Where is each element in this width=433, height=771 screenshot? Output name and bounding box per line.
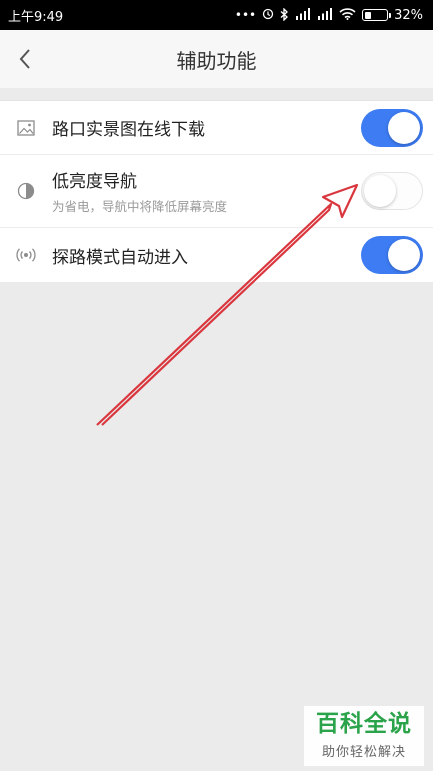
battery-percent: 32% (394, 7, 423, 23)
toggle-knob (364, 174, 396, 207)
header-bar: 辅助功能 (0, 30, 433, 88)
bluetooth-icon (280, 6, 289, 23)
battery-level-fill (364, 11, 372, 19)
brightness-icon (16, 181, 36, 201)
watermark-title: 百科全说 (316, 711, 412, 738)
explore-mode-toggle[interactable] (361, 236, 423, 274)
settings-list: 路口实景图在线下载 低亮度导航 为省电，导航中将降低屏幕亮度 探路模式自动进入 (0, 100, 433, 282)
radar-signal-icon (16, 245, 36, 265)
low-brightness-toggle[interactable] (361, 172, 423, 210)
page-title: 辅助功能 (176, 48, 257, 73)
setting-label: 低亮度导航 (52, 172, 137, 192)
notification-dots: ••• (234, 8, 257, 22)
back-button[interactable] (10, 44, 40, 74)
status-time: 上午9:49 (8, 9, 64, 25)
setting-subtitle: 为省电，导航中将降低屏幕亮度 (52, 199, 228, 214)
toggle-knob (388, 111, 420, 144)
setting-label: 路口实景图在线下载 (52, 120, 205, 140)
junction-image-toggle[interactable] (361, 108, 423, 147)
sync-icon (262, 8, 274, 22)
battery-icon (362, 9, 392, 21)
setting-row-explore-mode: 探路模式自动进入 (0, 228, 433, 282)
status-indicators: ••• 32% (234, 6, 423, 23)
toggle-knob (388, 239, 420, 271)
setting-text: 探路模式自动进入 (52, 243, 188, 268)
signal-icon-2 (317, 8, 333, 22)
wifi-icon (339, 8, 356, 22)
status-bar: 上午9:49 ••• 32% (0, 0, 433, 30)
signal-icon-1 (295, 8, 311, 22)
setting-row-junction-image: 路口实景图在线下载 (0, 101, 433, 155)
setting-label: 探路模式自动进入 (52, 247, 188, 268)
setting-text: 低亮度导航 为省电，导航中将降低屏幕亮度 (52, 167, 227, 215)
setting-text: 路口实景图在线下载 (52, 115, 205, 140)
setting-row-low-brightness: 低亮度导航 为省电，导航中将降低屏幕亮度 (0, 155, 433, 228)
watermark-logo: 百科全说 助你轻松解决 (304, 706, 424, 766)
chevron-left-icon (19, 49, 30, 69)
watermark-subtitle: 助你轻松解决 (321, 744, 406, 760)
image-icon (16, 118, 36, 138)
